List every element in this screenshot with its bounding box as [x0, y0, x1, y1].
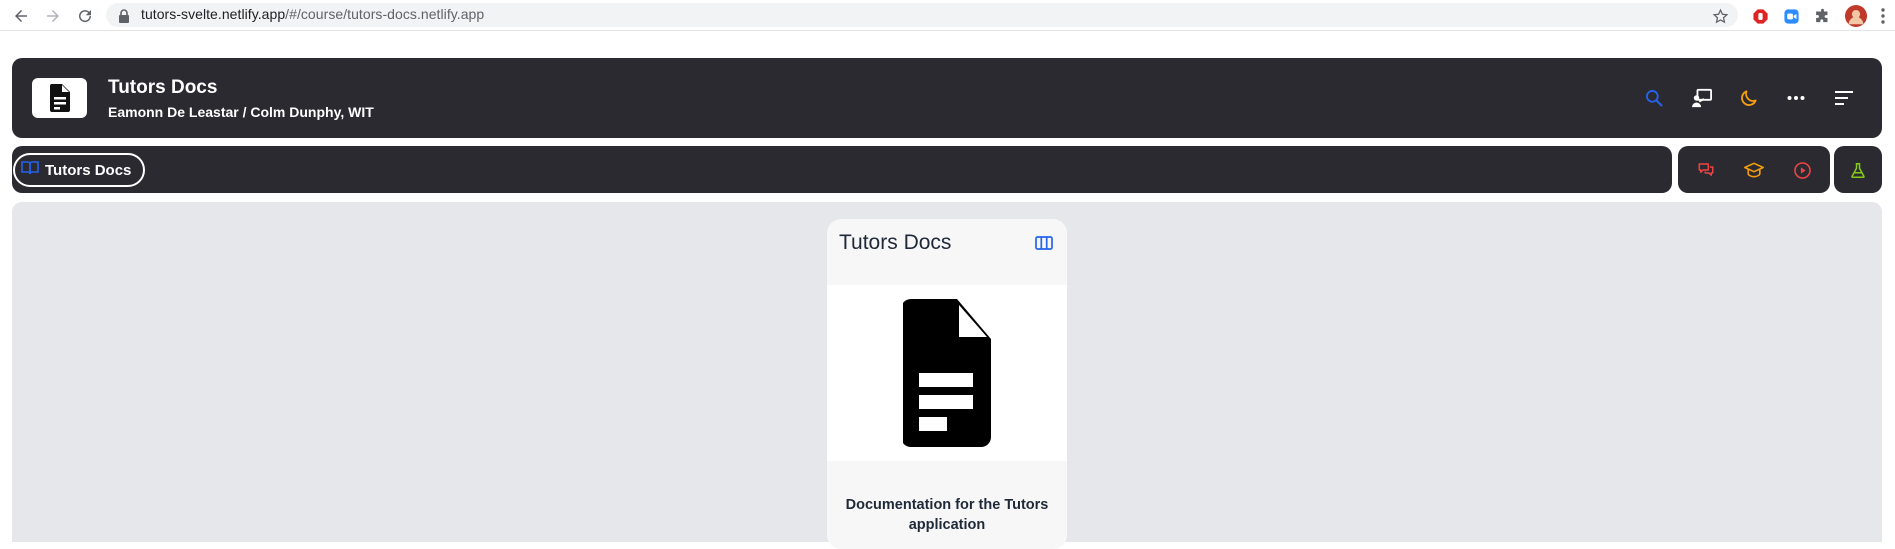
- zoom-extension-icon[interactable]: [1780, 5, 1802, 27]
- back-icon[interactable]: [10, 5, 32, 27]
- ellipsis-icon[interactable]: [1784, 86, 1808, 110]
- moon-icon[interactable]: [1737, 86, 1761, 110]
- page-content: Tutors Docs Eamonn De Leastar / Colm Dun…: [0, 32, 1895, 549]
- card-image: [827, 285, 1067, 461]
- book-icon: [21, 160, 39, 180]
- puzzle-extensions-icon[interactable]: [1811, 5, 1833, 27]
- more-menu-icon[interactable]: [1873, 5, 1893, 27]
- play-circle-icon[interactable]: [1790, 158, 1814, 182]
- columns-icon[interactable]: [1035, 235, 1053, 253]
- card-description: Documentation for the Tutors application: [845, 497, 1049, 533]
- chat-icon[interactable]: [1694, 158, 1718, 182]
- star-icon[interactable]: [1709, 5, 1731, 27]
- course-title: Tutors Docs: [108, 77, 218, 98]
- lab-flask-icon[interactable]: [1846, 158, 1870, 182]
- reload-icon[interactable]: [74, 5, 96, 27]
- presenter-icon[interactable]: [1690, 86, 1714, 110]
- breadcrumb-label: Tutors Docs: [45, 161, 132, 179]
- url-text[interactable]: tutors-svelte.netlify.app/#/course/tutor…: [141, 6, 484, 22]
- url-host: tutors-svelte.netlify.app: [141, 6, 286, 22]
- course-header: Tutors Docs Eamonn De Leastar / Colm Dun…: [12, 58, 1882, 138]
- breadcrumb-course[interactable]: Tutors Docs: [13, 153, 146, 187]
- course-authors: Eamonn De Leastar / Colm Dunphy, WIT: [108, 104, 374, 120]
- profile-avatar[interactable]: [1845, 5, 1867, 27]
- menu-icon[interactable]: [1832, 86, 1856, 110]
- course-card[interactable]: Tutors Docs Documentation for the Tutors…: [827, 219, 1067, 549]
- lock-icon[interactable]: [118, 9, 130, 28]
- breadcrumb-bar: Tutors Docs: [12, 146, 1672, 193]
- lab-filter-bar: [1834, 146, 1882, 193]
- course-logo[interactable]: [32, 78, 87, 118]
- search-icon[interactable]: [1642, 86, 1666, 110]
- document-icon: [49, 84, 70, 112]
- browser-toolbar: tutors-svelte.netlify.app/#/course/tutor…: [0, 0, 1895, 31]
- document-icon: [903, 299, 991, 447]
- card-title: Tutors Docs: [839, 231, 952, 254]
- graduation-cap-icon[interactable]: [1742, 158, 1766, 182]
- adblock-extension-icon[interactable]: [1749, 5, 1771, 27]
- url-path: /#/course/tutors-docs.netlify.app: [285, 6, 485, 22]
- forward-icon[interactable]: [42, 5, 64, 27]
- topic-filter-bar: [1678, 146, 1830, 193]
